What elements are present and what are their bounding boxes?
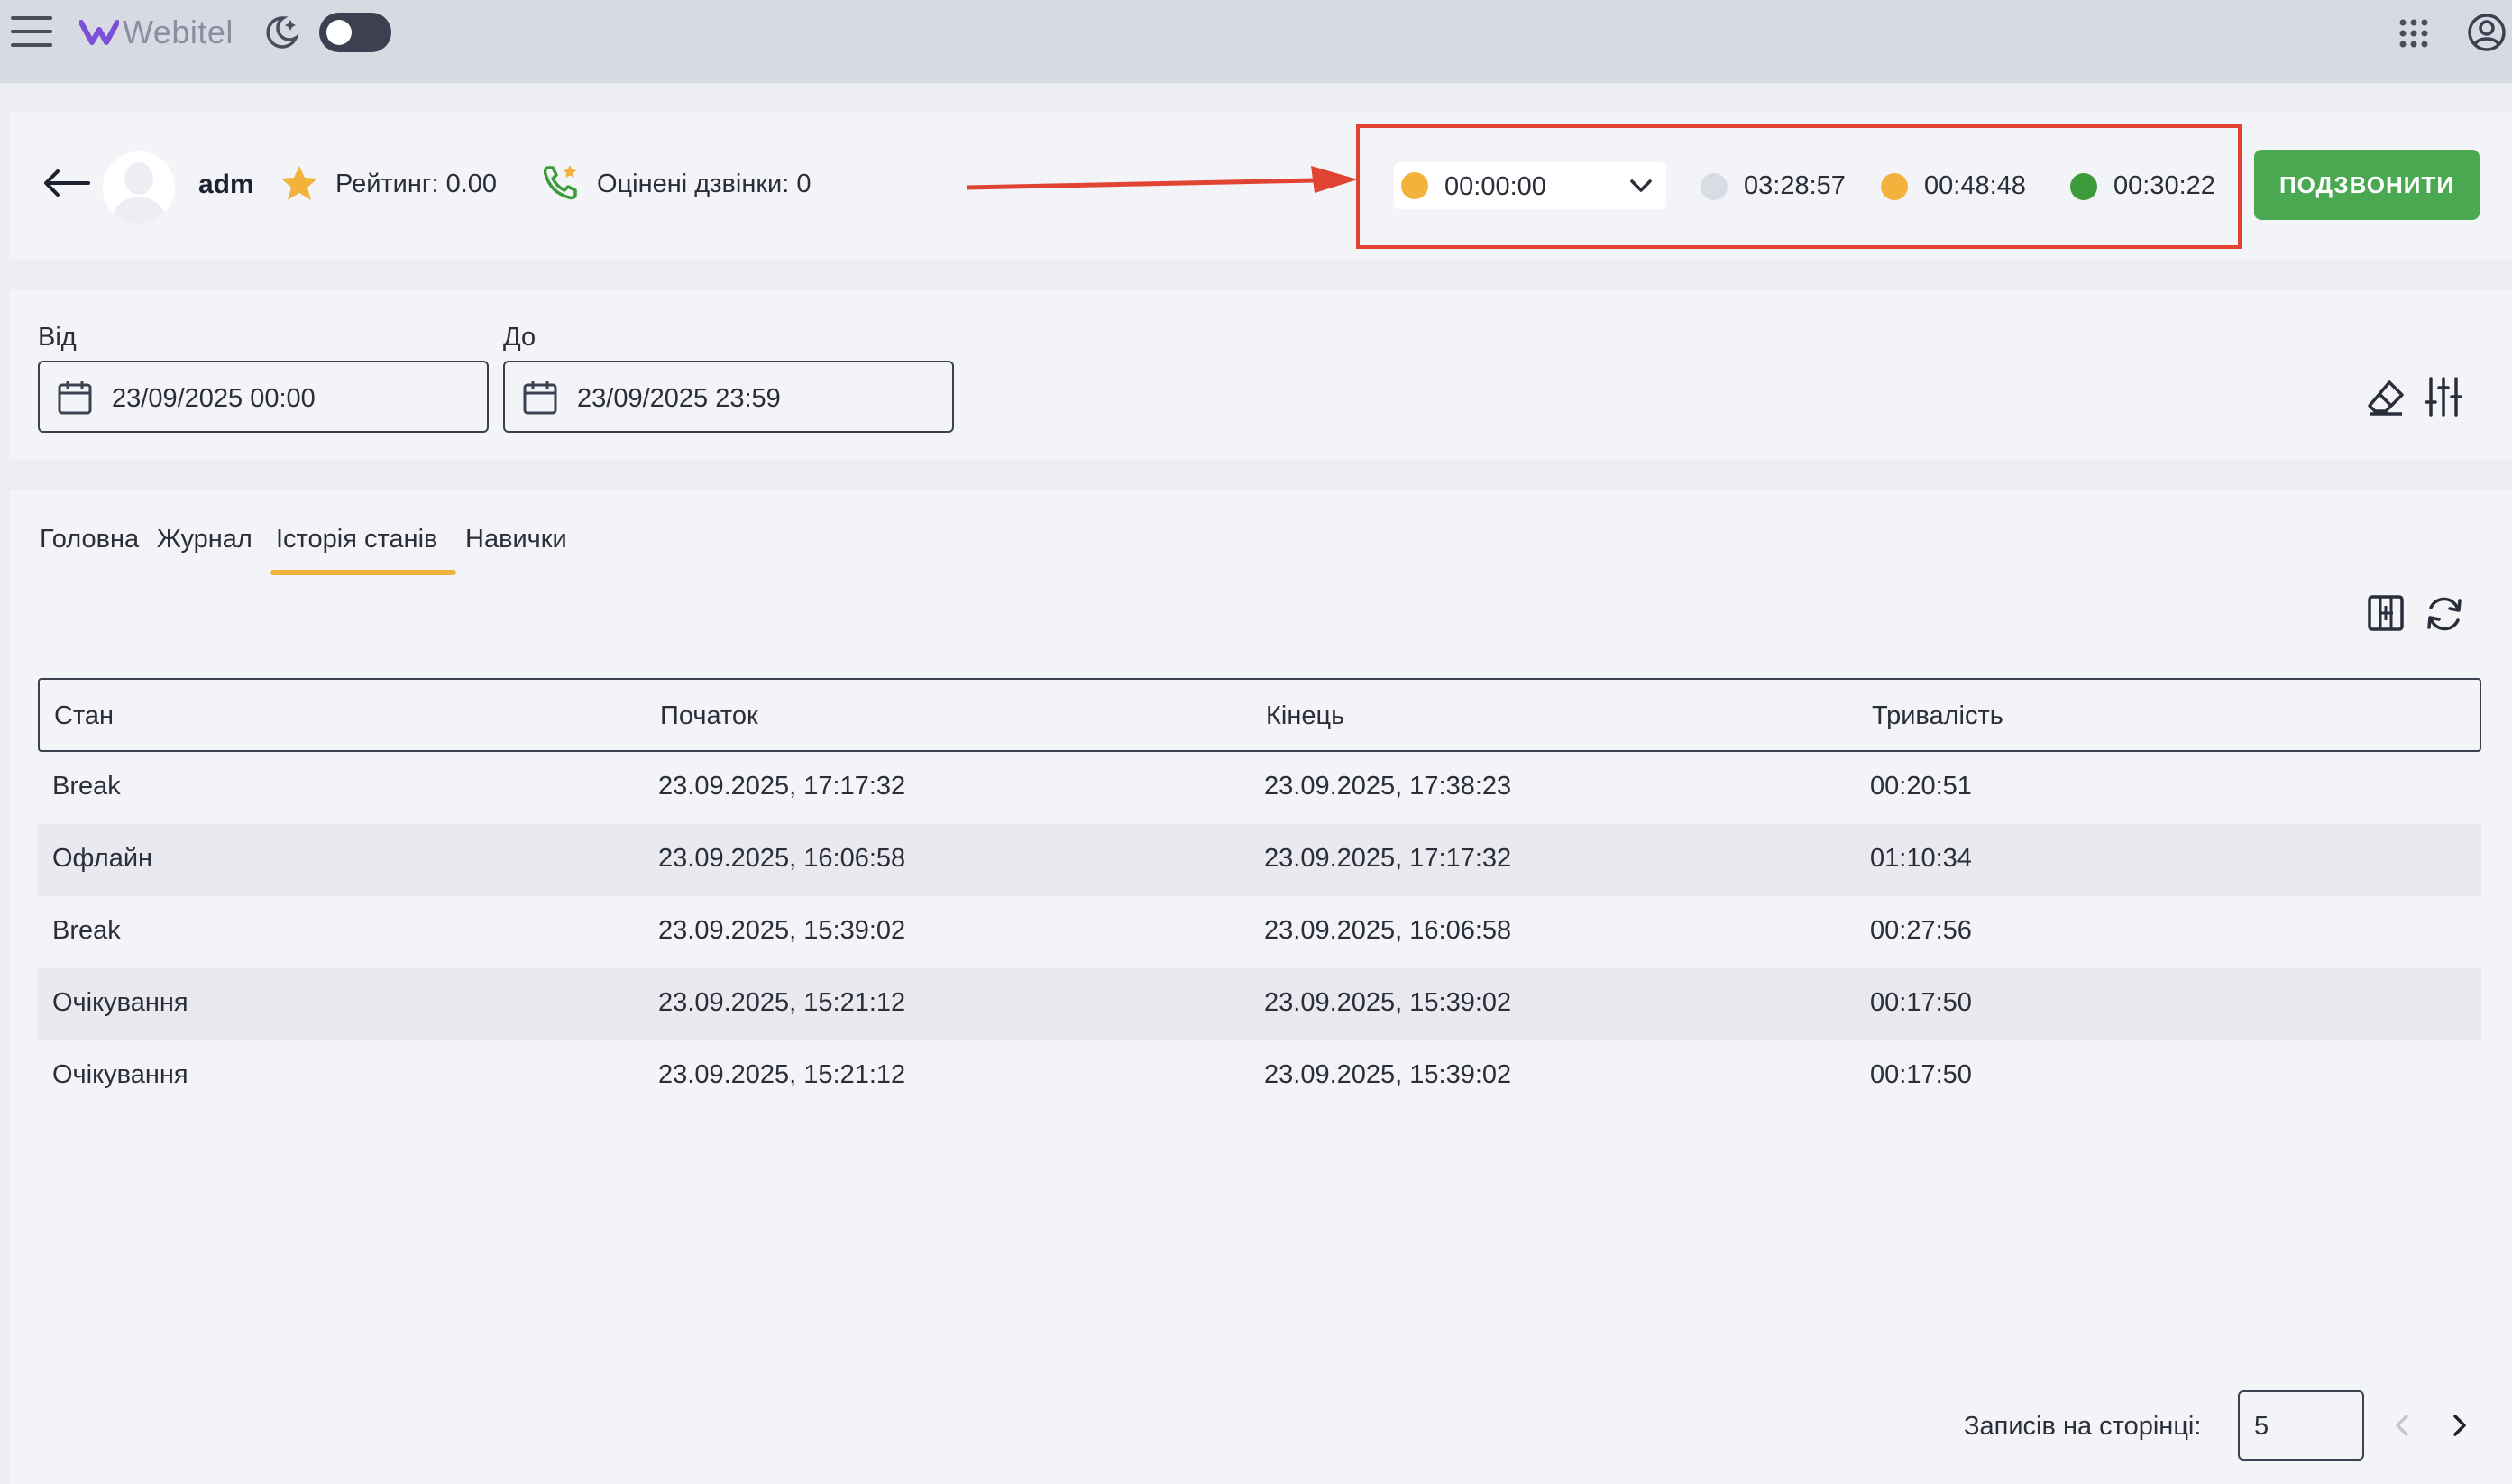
table-cell-end: 23.09.2025, 17:17:32 [1264,844,1512,873]
table-cell-end: 23.09.2025, 15:39:02 [1264,988,1512,1017]
table-cell-start: 23.09.2025, 17:17:32 [658,772,906,801]
status-dot [2070,172,2097,200]
back-arrow-icon[interactable] [41,168,92,198]
active-tab-indicator [270,570,456,575]
date-from-field[interactable]: 23/09/2025 00:00 [38,361,489,433]
moon-icon [266,16,299,49]
eraser-icon[interactable] [2366,377,2406,417]
column-header[interactable]: Стан [54,701,114,731]
annotation-arrow [966,166,1358,193]
table-cell-duration: 00:27:56 [1870,916,1972,945]
table-cell-duration: 01:10:34 [1870,844,1972,873]
table-cell-end: 23.09.2025, 16:06:58 [1264,916,1512,945]
table-row[interactable]: Очікування 23.09.2025, 15:21:12 23.09.20… [38,968,2481,1040]
sliders-icon[interactable] [2425,375,2462,418]
stat-time: 00:30:22 [2113,171,2215,200]
menu-icon[interactable] [11,16,52,47]
tab-skills[interactable]: Навички [465,525,567,554]
from-label: Від [38,323,77,352]
per-page-value: 5 [2254,1412,2269,1441]
table-row[interactable]: Очікування 23.09.2025, 15:21:12 23.09.20… [38,1040,2481,1113]
table-cell-state: Break [52,772,121,801]
stat-offline: 03:28:57 [1701,171,1846,201]
status-timer-value: 00:00:00 [1444,172,1546,201]
stat-online: 00:30:22 [2070,171,2215,201]
status-dot [1701,172,1728,200]
table-row[interactable]: Break 23.09.2025, 15:39:02 23.09.2025, 1… [38,896,2481,968]
table-cell-start: 23.09.2025, 15:39:02 [658,916,906,945]
table-cell-state: Очікування [52,1060,188,1089]
table-cell-state: Очікування [52,988,188,1017]
status-dot [1881,172,1908,200]
date-from-value: 23/09/2025 00:00 [112,384,316,413]
user-account-icon[interactable] [2467,13,2507,52]
phone-star-icon [543,165,577,200]
tab-journal[interactable]: Журнал [157,525,252,554]
apps-grid-icon[interactable] [2398,18,2429,49]
table-cell-start: 23.09.2025, 15:21:12 [658,1060,906,1089]
tab-main[interactable]: Головна [40,525,139,554]
date-to-value: 23/09/2025 23:59 [577,384,781,413]
table-cell-duration: 00:17:50 [1870,1060,1972,1089]
calendar-icon [58,381,92,415]
stat-time: 00:48:48 [1924,171,2026,200]
avatar [103,151,175,224]
chevron-down-icon [1630,179,1652,192]
theme-toggle[interactable] [319,13,391,52]
table-cell-duration: 00:20:51 [1870,772,1972,801]
table-cell-end: 23.09.2025, 17:38:23 [1264,772,1512,801]
star-icon [281,166,317,200]
column-header[interactable]: Тривалість [1872,701,2003,731]
calendar-icon [523,381,557,415]
status-timer-select[interactable]: 00:00:00 [1394,162,1666,209]
table-header: Стан Початок Кінець Тривалість [38,678,2481,752]
table-cell-start: 23.09.2025, 16:06:58 [658,844,906,873]
columns-icon[interactable] [2366,593,2406,633]
table-cell-duration: 00:17:50 [1870,988,1972,1017]
rated-calls-count: Оцінені дзвінки: 0 [597,169,811,198]
state-history-table: Стан Початок Кінець Тривалість Break 23.… [38,678,2481,1113]
table-row[interactable]: Break 23.09.2025, 17:17:32 23.09.2025, 1… [38,752,2481,824]
call-button[interactable]: ПОДЗВОНИТИ [2254,150,2480,220]
refresh-icon[interactable] [2424,593,2465,635]
chevron-right-icon[interactable] [2445,1412,2472,1439]
top-bar: Webitel [0,0,2512,83]
table-cell-state: Break [52,916,121,945]
to-label: До [503,323,536,352]
stat-pause: 00:48:48 [1881,171,2026,201]
per-page-select[interactable]: 5 [2238,1390,2364,1461]
logo[interactable]: Webitel [79,11,234,54]
agent-rating: Рейтинг: 0.00 [335,169,498,198]
per-page-label: Записів на сторінці: [1964,1412,2202,1441]
agent-name: adm [198,169,254,199]
status-dot [1401,172,1428,199]
chevron-left-icon[interactable] [2389,1412,2416,1439]
column-header[interactable]: Початок [660,701,758,731]
table-cell-start: 23.09.2025, 15:21:12 [658,988,906,1017]
table-cell-state: Офлайн [52,844,153,873]
tab-state-history[interactable]: Історія станів [276,525,437,554]
column-header[interactable]: Кінець [1266,701,1344,731]
logo-mark-icon [79,20,119,45]
logo-text: Webitel [123,14,234,50]
date-to-field[interactable]: 23/09/2025 23:59 [503,361,954,433]
table-cell-end: 23.09.2025, 15:39:02 [1264,1060,1512,1089]
stat-time: 03:28:57 [1744,171,1846,200]
table-row[interactable]: Офлайн 23.09.2025, 16:06:58 23.09.2025, … [38,824,2481,896]
